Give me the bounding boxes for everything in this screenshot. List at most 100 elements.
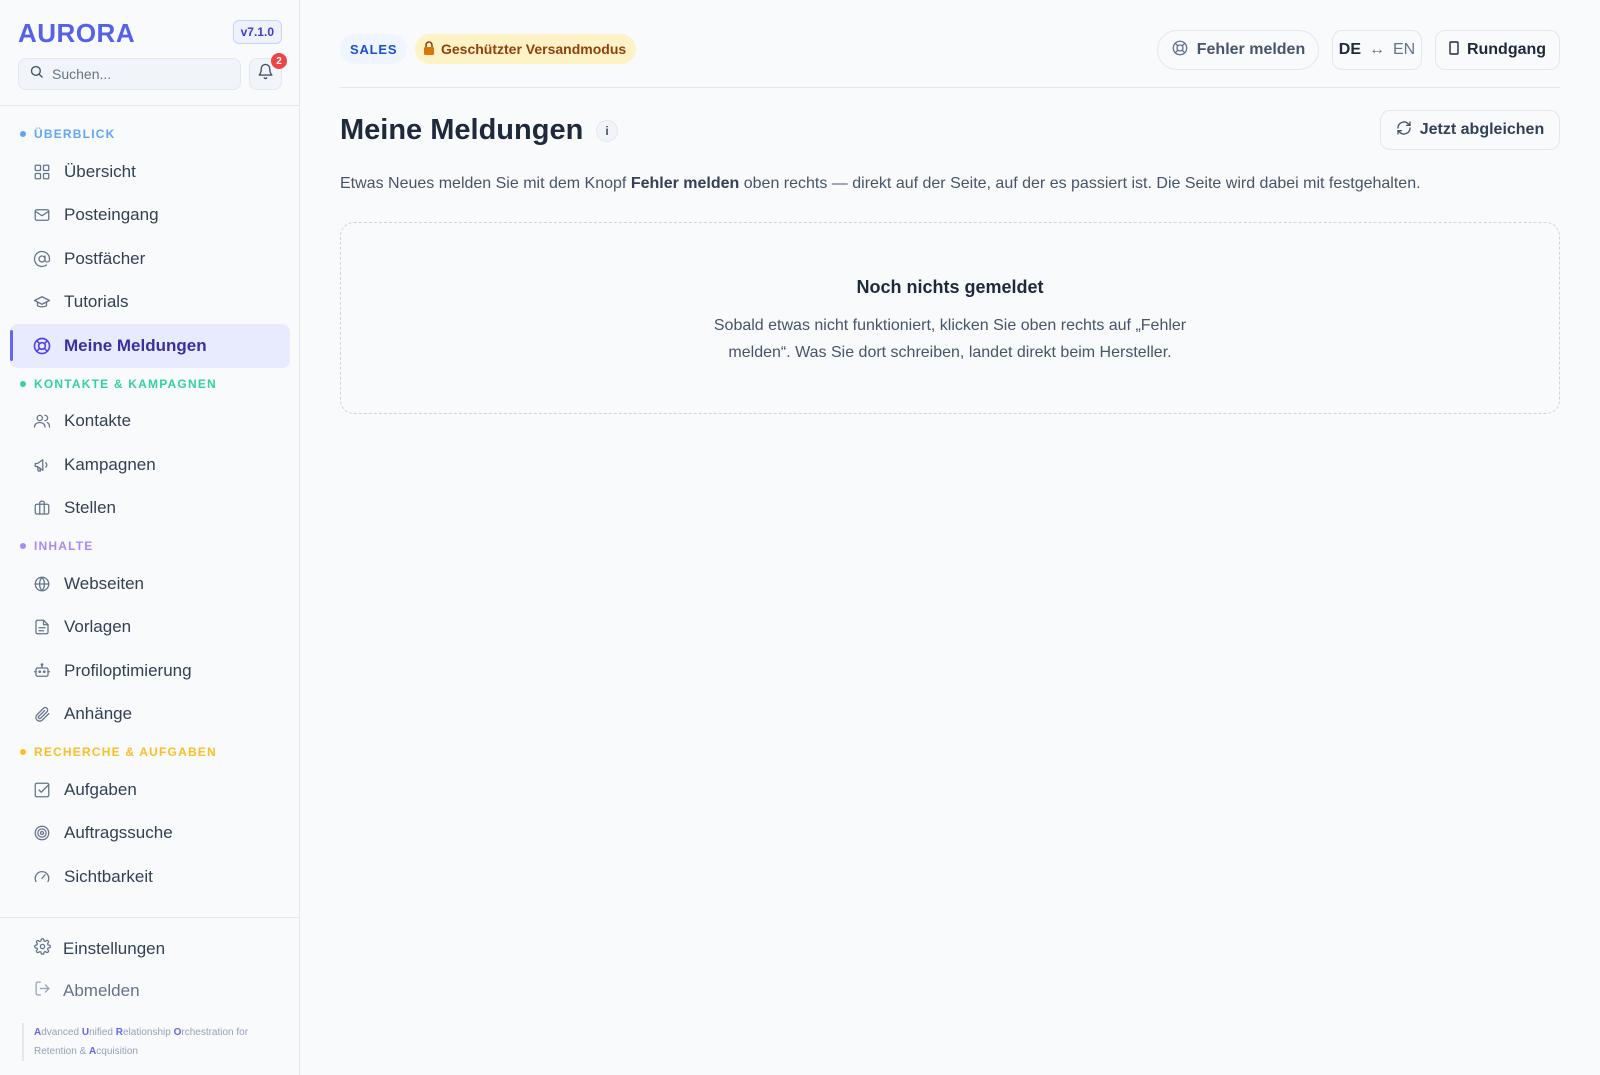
notification-count-badge: 2 xyxy=(271,53,287,69)
lock-icon xyxy=(423,40,435,58)
section-dot xyxy=(20,380,26,387)
sidebar-item-label: Aufgaben xyxy=(64,779,137,799)
brand-acronym: Advanced Unified Relationship Orchestrat… xyxy=(22,1023,272,1061)
settings-link[interactable]: Einstellungen xyxy=(0,928,299,970)
sidebar-item-postfächer[interactable]: Postfächer xyxy=(10,237,290,281)
tour-icon xyxy=(1449,40,1459,60)
refresh-icon xyxy=(1396,120,1412,141)
briefcase-icon xyxy=(32,498,52,518)
nav-section-title: ÜBERBLICK xyxy=(0,118,299,150)
sidebar-item-label: Posteingang xyxy=(64,205,159,225)
nav-section-label: KONTAKTE & KAMPAGNEN xyxy=(34,376,217,391)
sidebar-item-kontakte[interactable]: Kontakte xyxy=(10,400,290,444)
lifebuoy-icon xyxy=(32,336,52,356)
sidebar-item-tutorials[interactable]: Tutorials xyxy=(10,281,290,325)
logout-icon xyxy=(34,980,51,1002)
page-header: Meine Meldungen i Jetzt abgleichen xyxy=(340,110,1560,152)
sidebar-item-stellen[interactable]: Stellen xyxy=(10,487,290,531)
bell-icon xyxy=(257,63,274,85)
sidebar-item-label: Tutorials xyxy=(64,292,129,312)
sidebar-item-aufgaben[interactable]: Aufgaben xyxy=(10,768,290,812)
acronym-rest: cquisition xyxy=(96,1046,138,1057)
protected-mode-label: Geschützter Versandmodus xyxy=(441,41,627,57)
sidebar-item-label: Auftragssuche xyxy=(64,823,173,843)
nav-section-label: ÜBERBLICK xyxy=(34,127,116,141)
sidebar-item-label: Übersicht xyxy=(64,161,136,181)
workspace-chip: SALES xyxy=(340,34,408,64)
sync-button[interactable]: Jetzt abgleichen xyxy=(1380,110,1560,150)
grid-icon xyxy=(32,162,52,182)
sidebar-divider xyxy=(0,105,299,106)
sidebar-footer: Einstellungen Abmelden Advanced Unified … xyxy=(0,917,299,1075)
sidebar-item-sichtbarkeit[interactable]: Sichtbarkeit xyxy=(10,855,290,899)
lang-de: DE xyxy=(1338,41,1361,58)
hint-text-start: Etwas Neues melden Sie mit dem Knopf xyxy=(340,175,631,192)
sidebar-item-label: Profiloptimierung xyxy=(64,660,192,680)
nav-section-title: KONTAKTE & KAMPAGNEN xyxy=(0,368,299,400)
tour-button[interactable]: Rundgang xyxy=(1435,30,1560,70)
acronym-initial: R xyxy=(115,1027,123,1038)
report-bug-label: Fehler melden xyxy=(1196,41,1306,58)
settings-label: Einstellungen xyxy=(63,939,166,958)
search-input[interactable] xyxy=(52,66,222,82)
logout-label: Abmelden xyxy=(63,981,140,1000)
sidebar-item-anhänge[interactable]: Anhänge xyxy=(10,693,290,737)
robot-icon xyxy=(32,661,52,681)
gauge-icon xyxy=(32,867,52,887)
sidebar-item-auftragssuche[interactable]: Auftragssuche xyxy=(10,812,290,856)
brand-row: AURORA v7.1.0 xyxy=(18,18,282,48)
empty-state-title: Noch nichts gemeldet xyxy=(856,277,1044,297)
hint-text-bold: Fehler melden xyxy=(630,175,740,192)
empty-state: Noch nichts gemeldet Sobald etwas nicht … xyxy=(340,222,1560,414)
acronym-rest: dvanced xyxy=(41,1027,82,1038)
sync-label: Jetzt abgleichen xyxy=(1419,121,1545,138)
language-toggle[interactable]: DE ↔ EN xyxy=(1332,30,1422,70)
section-dot xyxy=(20,749,26,755)
sidebar-item-label: Postfächer xyxy=(64,248,146,268)
sidebar-item-label: Meine Meldungen xyxy=(64,335,207,355)
logout-link[interactable]: Abmelden xyxy=(0,970,299,1012)
gear-icon xyxy=(34,938,51,960)
sidebar-item-übersicht[interactable]: Übersicht xyxy=(10,150,290,194)
search-box[interactable] xyxy=(18,58,241,90)
version-badge: v7.1.0 xyxy=(232,20,282,44)
sidebar-item-webseiten[interactable]: Webseiten xyxy=(10,562,290,606)
users-icon xyxy=(32,411,52,431)
topbar: SALES Geschützter Versandmodus Fehler me… xyxy=(340,0,1560,88)
sidebar-item-profiloptimierung[interactable]: Profiloptimierung xyxy=(10,649,290,693)
hint-text: Etwas Neues melden Sie mit dem Knopf Feh… xyxy=(340,175,1560,193)
lang-en: EN xyxy=(1393,41,1416,58)
megaphone-icon xyxy=(32,455,52,475)
section-dot xyxy=(20,131,26,137)
info-icon[interactable]: i xyxy=(596,120,618,142)
sidebar-item-meine-meldungen[interactable]: Meine Meldungen xyxy=(10,324,290,368)
target-icon xyxy=(32,823,52,843)
sidebar-item-label: Vorlagen xyxy=(64,617,132,637)
sidebar-item-kampagnen[interactable]: Kampagnen xyxy=(10,443,290,487)
graduation-cap-icon xyxy=(32,292,52,312)
sidebar-item-label: Kampagnen xyxy=(64,454,156,474)
mail-icon xyxy=(32,205,52,225)
hint-text-end: oben rechts — direkt auf der Seite, auf … xyxy=(739,175,1421,192)
nav-section-label: RECHERCHE & AUFGABEN xyxy=(34,745,217,759)
sidebar-item-posteingang[interactable]: Posteingang xyxy=(10,194,290,238)
notifications-button[interactable]: 2 xyxy=(249,53,287,90)
lifebuoy-icon xyxy=(1171,39,1189,62)
sidebar-item-vorlagen[interactable]: Vorlagen xyxy=(10,606,290,650)
swap-arrow-icon: ↔ xyxy=(1369,41,1385,58)
report-bug-button[interactable]: Fehler melden xyxy=(1157,30,1319,70)
nav-section-title: RECHERCHE & AUFGABEN xyxy=(0,736,299,768)
sidebar-item-label: Webseiten xyxy=(64,573,145,593)
page-title: Meine Meldungen xyxy=(340,114,584,146)
sidebar-item-label: Stellen xyxy=(64,498,116,518)
acronym-rest: elationship xyxy=(122,1027,174,1038)
sidebar-item-label: Kontakte xyxy=(64,411,132,431)
sidebar-item-label: Anhänge xyxy=(64,704,133,724)
brand-logo[interactable]: AURORA xyxy=(18,18,135,49)
at-icon xyxy=(32,249,52,269)
nav-section-label: INHALTE xyxy=(34,539,94,553)
checkbox-icon xyxy=(32,780,52,800)
nav-section-title: INHALTE xyxy=(0,530,299,562)
document-icon xyxy=(32,617,52,637)
sidebar-item-label: Sichtbarkeit xyxy=(64,866,153,886)
